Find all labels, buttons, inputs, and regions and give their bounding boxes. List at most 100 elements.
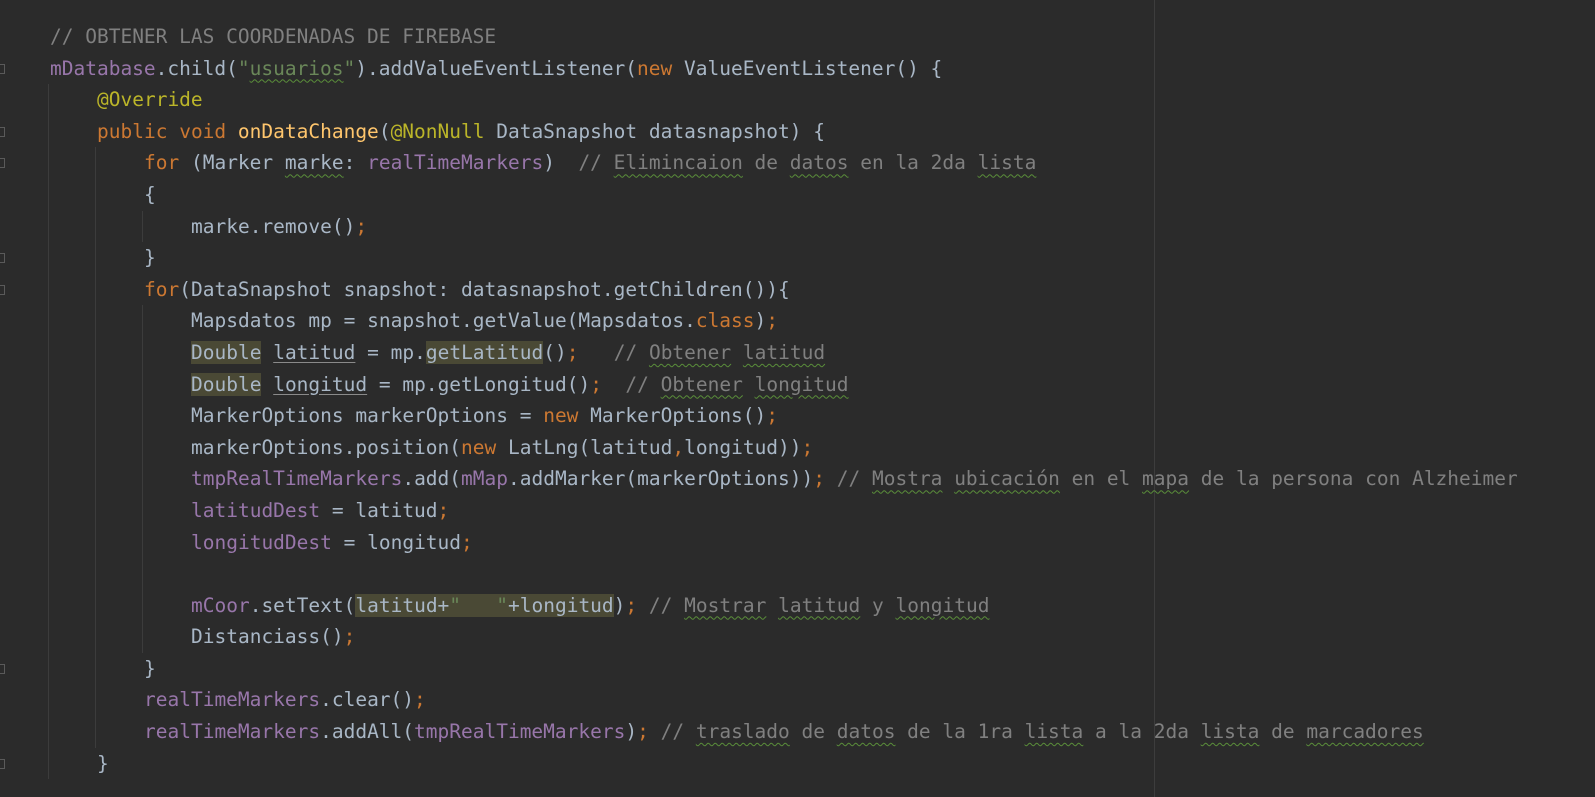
code-line[interactable]: longitudDest = longitud; bbox=[50, 527, 1518, 559]
code-token-kw: for bbox=[144, 151, 180, 175]
code-token-fld: realTimeMarkers bbox=[144, 688, 321, 712]
code-line[interactable]: markerOptions.position(new LatLng(latitu… bbox=[50, 432, 1518, 464]
code-token-fld: tmpRealTimeMarkers bbox=[414, 720, 626, 744]
code-token-def: : bbox=[343, 151, 368, 175]
code-token-cmt: de la 1ra bbox=[895, 720, 1025, 744]
code-token-kw: new bbox=[461, 435, 497, 459]
code-token-pun: ; bbox=[343, 625, 356, 649]
code-token-cmt: marcadores bbox=[1306, 720, 1424, 744]
code-token-fld: longitudDest bbox=[191, 530, 332, 554]
code-line[interactable]: Distanciass(); bbox=[50, 621, 1518, 653]
fold-marker-icon[interactable] bbox=[0, 664, 5, 674]
code-token-def bbox=[261, 373, 273, 396]
code-token-str: " bbox=[237, 56, 250, 80]
code-token-def: Distanciass() bbox=[191, 625, 344, 649]
code-token-pun: ; bbox=[801, 435, 814, 459]
code-token-cmt: // bbox=[836, 467, 872, 491]
code-line[interactable]: } bbox=[50, 242, 1518, 274]
code-token-fld: mCoor bbox=[191, 593, 250, 617]
code-token-cmt: longitud bbox=[754, 372, 849, 396]
code-line[interactable] bbox=[50, 558, 1518, 590]
code-token-def: MarkerOptions() bbox=[578, 404, 767, 428]
fold-marker-icon[interactable] bbox=[0, 63, 5, 74]
code-token-def: Mapsdatos mp = snapshot.getValue(Mapsdat… bbox=[191, 309, 696, 333]
code-token-cmt: // bbox=[613, 340, 649, 364]
code-token-def: ( bbox=[378, 119, 391, 143]
code-token-def: .add( bbox=[402, 467, 462, 491]
code-token-cmt: Mostrar bbox=[684, 593, 767, 617]
code-token-def: latitud bbox=[273, 340, 356, 364]
code-token-def: .setText( bbox=[249, 593, 356, 617]
code-token-cmt: // bbox=[50, 25, 86, 48]
code-token-pun: ; bbox=[461, 530, 473, 554]
fold-marker-icon[interactable] bbox=[0, 253, 5, 264]
code-token-def bbox=[226, 120, 238, 143]
code-token-def: longitud)) bbox=[684, 435, 802, 459]
code-token-str: " bbox=[343, 56, 356, 80]
code-token-fld: realTimeMarkers bbox=[367, 151, 544, 175]
code-token-cmt: Mostra bbox=[871, 467, 943, 491]
code-token-mth: onDataChange bbox=[237, 119, 379, 143]
code-token-def: } bbox=[144, 656, 156, 680]
code-line[interactable]: MarkerOptions markerOptions = new Marker… bbox=[50, 400, 1518, 432]
code-token-cmt: Obtener bbox=[660, 372, 743, 396]
code-line[interactable]: Double longitud = mp.getLongitud(); // O… bbox=[50, 369, 1518, 401]
code-area[interactable]: // OBTENER LAS COORDENADAS DE FIREBASE mD… bbox=[50, 21, 1518, 779]
code-token-pun: ; bbox=[590, 372, 602, 396]
code-token-def: Double bbox=[191, 372, 262, 396]
code-token-cmt bbox=[731, 341, 743, 364]
code-token-fld: mDatabase bbox=[50, 56, 156, 80]
code-token-cmt bbox=[766, 594, 778, 617]
code-line[interactable]: for (Marker marke: realTimeMarkers) // E… bbox=[50, 147, 1518, 179]
code-token-def bbox=[578, 341, 613, 364]
code-token-cmt: en el bbox=[1059, 467, 1143, 491]
code-token-cmt: de bbox=[1259, 720, 1307, 744]
code-token-def: () bbox=[543, 340, 567, 364]
code-token-pun: ; bbox=[625, 593, 638, 617]
code-line[interactable]: } bbox=[50, 653, 1518, 685]
code-line[interactable]: { bbox=[50, 179, 1518, 211]
code-line[interactable]: @Override bbox=[50, 84, 1518, 116]
code-token-cmt: ubicación bbox=[954, 467, 1060, 491]
code-token-def: ValueEventListener() { bbox=[672, 56, 943, 80]
code-token-pun: ; bbox=[566, 340, 579, 364]
code-line[interactable]: realTimeMarkers.clear(); bbox=[50, 684, 1518, 716]
code-token-cmt: // bbox=[625, 372, 661, 396]
code-token-def: marke bbox=[284, 151, 344, 175]
code-line[interactable]: } bbox=[50, 748, 1518, 780]
code-token-fld: mMap bbox=[461, 467, 508, 491]
code-token-cmt: lista bbox=[1024, 720, 1084, 744]
code-line[interactable]: Double latitud = mp.getLatitud(); // Obt… bbox=[50, 337, 1518, 369]
code-token-def bbox=[167, 120, 179, 143]
code-editor[interactable]: // OBTENER LAS COORDENADAS DE FIREBASE mD… bbox=[0, 0, 1595, 797]
fold-marker-icon[interactable] bbox=[0, 758, 5, 769]
code-line[interactable]: // OBTENER LAS COORDENADAS DE FIREBASE bbox=[50, 21, 1518, 53]
code-token-cmt: Obtener bbox=[648, 340, 732, 364]
code-line[interactable]: mCoor.setText(latitud+" "+longitud); // … bbox=[50, 590, 1518, 622]
code-token-def: = longitud bbox=[331, 530, 462, 554]
code-token-cmt: longitud bbox=[895, 593, 990, 617]
code-line[interactable]: mDatabase.child("usuarios").addValueEven… bbox=[50, 53, 1518, 85]
code-token-kw: new bbox=[543, 404, 579, 428]
code-line[interactable]: for(DataSnapshot snapshot: datasnapshot.… bbox=[50, 274, 1518, 306]
fold-marker-icon[interactable] bbox=[0, 126, 5, 137]
code-token-cmt: // bbox=[660, 720, 696, 744]
code-line[interactable]: realTimeMarkers.addAll(tmpRealTimeMarker… bbox=[50, 716, 1518, 748]
editor-gutter[interactable] bbox=[0, 0, 12, 797]
code-token-cmt: de bbox=[742, 151, 790, 175]
code-token-def: } bbox=[144, 246, 156, 270]
fold-marker-icon[interactable] bbox=[0, 284, 5, 295]
code-token-cmt: traslado bbox=[695, 720, 790, 744]
code-line[interactable]: tmpRealTimeMarkers.add(mMap.addMarker(ma… bbox=[50, 463, 1518, 495]
code-token-def: marke.remove() bbox=[191, 214, 356, 238]
code-token-kw: void bbox=[179, 119, 227, 143]
code-line[interactable]: public void onDataChange(@NonNull DataSn… bbox=[50, 116, 1518, 148]
code-token-def: { bbox=[144, 182, 156, 206]
code-line[interactable]: Mapsdatos mp = snapshot.getValue(Mapsdat… bbox=[50, 305, 1518, 337]
code-line[interactable]: latitudDest = latitud; bbox=[50, 495, 1518, 527]
code-token-cmt: OBTENER bbox=[85, 25, 168, 48]
fold-marker-icon[interactable] bbox=[0, 158, 5, 169]
code-line[interactable]: marke.remove(); bbox=[50, 211, 1518, 243]
code-token-def: DataSnapshot datasnapshot) { bbox=[484, 119, 825, 143]
code-token-def: ).addValueEventListener( bbox=[355, 56, 638, 80]
